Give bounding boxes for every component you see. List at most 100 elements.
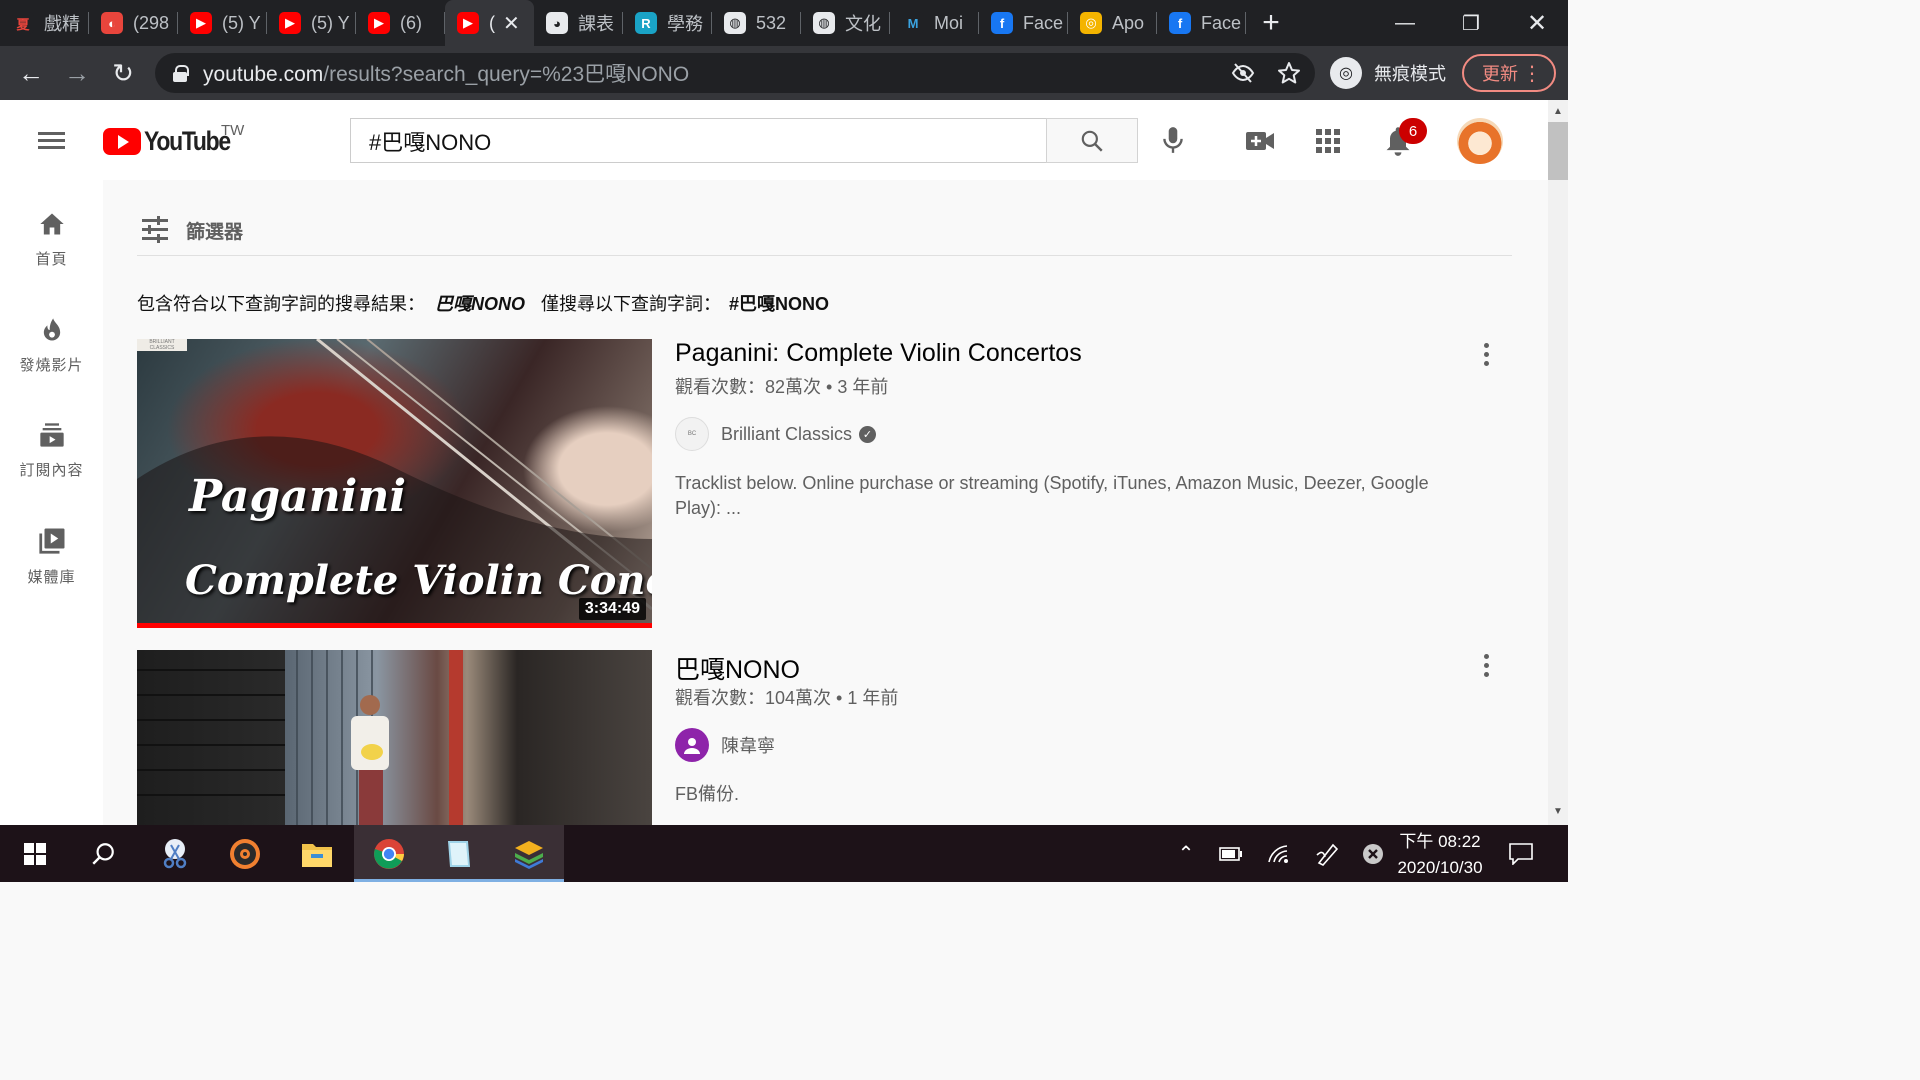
url-text[interactable]: youtube.com/results?search_query=%23巴嘎NO… bbox=[203, 58, 689, 88]
scroll-up-arrow-icon[interactable]: ▲ bbox=[1553, 106, 1563, 117]
update-label: 更新 bbox=[1482, 64, 1518, 84]
tracking-blocked-eye-icon[interactable] bbox=[1231, 61, 1255, 91]
filter-button[interactable]: 篩選器 bbox=[140, 216, 243, 244]
logo-wordmark: YouTube bbox=[144, 126, 231, 156]
search-results-page: 篩選器 包含符合以下查詢字詞的搜尋結果： 巴嘎NONO 僅搜尋以下查詢字詞： #巴嘎N… bbox=[103, 180, 1548, 825]
channel-name[interactable]: Brilliant Classics bbox=[721, 424, 852, 445]
browser-tab[interactable]: ◐ (298 bbox=[89, 0, 178, 46]
video-thumbnail[interactable]: BRILLIANT CLASSICS Paganini Complete Vio… bbox=[137, 339, 652, 628]
sidebar-item-library[interactable]: 媒體庫 bbox=[0, 526, 103, 610]
tab-favicon-icon: ◐ bbox=[101, 12, 123, 34]
battery-icon[interactable] bbox=[1216, 825, 1246, 882]
restore-button[interactable]: ❐ bbox=[1438, 0, 1504, 46]
spelling-correction-notice: 包含符合以下查詢字詞的搜尋結果： 巴嘎NONO 僅搜尋以下查詢字詞： #巴嘎NONO bbox=[137, 290, 829, 316]
close-window-button[interactable]: ✕ bbox=[1504, 0, 1570, 46]
video-description: FB備份. bbox=[675, 784, 740, 804]
channel-link[interactable]: BC Brilliant Classics ✓ bbox=[675, 417, 877, 451]
video-result[interactable]: BRILLIANT CLASSICS Paganini Complete Vio… bbox=[137, 339, 1517, 629]
video-camera-add-icon bbox=[1246, 132, 1274, 150]
bookmark-star-icon[interactable] bbox=[1277, 61, 1301, 91]
video-title[interactable]: Paganini: Complete Violin Concertos bbox=[675, 339, 1082, 368]
taskbar-app-media[interactable] bbox=[210, 825, 280, 882]
taskbar-app-chrome[interactable] bbox=[354, 825, 424, 882]
taskbar-app-snipping[interactable] bbox=[140, 825, 210, 882]
scrollbar-thumb[interactable] bbox=[1548, 122, 1568, 180]
browser-tab[interactable]: ▶ (5) Y bbox=[267, 0, 356, 46]
status-error-icon[interactable] bbox=[1358, 825, 1388, 882]
taskbar-search-button[interactable] bbox=[68, 825, 138, 882]
new-tab-button[interactable]: + bbox=[1246, 0, 1296, 46]
youtube-play-icon bbox=[103, 128, 141, 155]
tab-title: Apo bbox=[1112, 12, 1145, 33]
original-query-prefix: 僅搜尋以下查詢字詞： bbox=[541, 294, 721, 314]
browser-tab[interactable]: ◎ Apo bbox=[1068, 0, 1157, 46]
browser-tab[interactable]: ▶ (6) bbox=[356, 0, 445, 46]
show-hidden-icons-button[interactable]: ⌃ bbox=[1172, 825, 1200, 882]
browser-tab[interactable]: f Face bbox=[1157, 0, 1246, 46]
back-button[interactable]: ← bbox=[14, 56, 48, 90]
browser-tab[interactable]: M Moi bbox=[890, 0, 979, 46]
browser-tab[interactable]: ◍ 文化 bbox=[801, 0, 890, 46]
channel-link[interactable]: 陳韋寧 bbox=[675, 728, 775, 762]
address-bar[interactable]: youtube.com/results?search_query=%23巴嘎NO… bbox=[155, 53, 1315, 93]
youtube-logo[interactable]: YouTube TW bbox=[103, 122, 245, 157]
taskbar-app-notes[interactable] bbox=[424, 825, 494, 882]
search-button[interactable] bbox=[1046, 118, 1138, 163]
browser-tab[interactable]: ◍ 532 bbox=[712, 0, 801, 46]
video-thumbnail[interactable] bbox=[137, 650, 652, 825]
browser-tab[interactable]: 夏戲精 bbox=[0, 0, 89, 46]
create-video-button[interactable] bbox=[1243, 126, 1277, 156]
system-clock[interactable]: 下午 08:22 2020/10/30 bbox=[1388, 829, 1492, 881]
tab-title: 學務 bbox=[667, 14, 703, 34]
action-center-button[interactable] bbox=[1505, 825, 1537, 882]
thumbnail-title-line2: Complete Violin Concertos bbox=[185, 557, 652, 604]
browser-tab-active[interactable]: ▶ (✕ bbox=[445, 0, 534, 46]
corrected-query-link[interactable]: 巴嘎NONO bbox=[435, 294, 525, 314]
apps-button[interactable] bbox=[1314, 127, 1342, 155]
update-button[interactable]: 更新 ⋮ bbox=[1462, 54, 1556, 92]
wifi-icon[interactable] bbox=[1264, 825, 1294, 882]
sidebar-item-home[interactable]: 首頁 bbox=[0, 210, 103, 294]
tab-close-icon[interactable]: ✕ bbox=[503, 11, 520, 36]
pen-ink-icon[interactable] bbox=[1312, 825, 1344, 882]
channel-avatar[interactable] bbox=[675, 728, 709, 762]
video-metadata: 觀看次數：104萬次 • 1 年前 bbox=[675, 688, 899, 708]
voice-search-button[interactable] bbox=[1158, 124, 1188, 156]
video-description: Tracklist below. Online purchase or stre… bbox=[675, 473, 1429, 518]
scroll-down-arrow-icon[interactable]: ▼ bbox=[1553, 806, 1563, 817]
search-input[interactable] bbox=[350, 118, 1047, 163]
channel-watermark: BRILLIANT CLASSICS bbox=[137, 339, 187, 351]
sidebar-item-trending[interactable]: 發燒影片 bbox=[0, 316, 103, 400]
menu-icon[interactable] bbox=[38, 132, 65, 150]
original-query-link[interactable]: #巴嘎NONO bbox=[729, 294, 829, 314]
taskbar-app-bluestacks[interactable] bbox=[494, 825, 564, 882]
youtube-header: YouTube TW 6 bbox=[0, 100, 1548, 180]
sidebar-item-subscriptions[interactable]: 訂閱內容 bbox=[0, 421, 103, 505]
media-player-icon bbox=[230, 838, 260, 869]
channel-name[interactable]: 陳韋寧 bbox=[721, 732, 775, 758]
video-title[interactable]: 巴嘎NONO bbox=[675, 650, 800, 686]
incognito-indicator[interactable]: ◎ 無痕模式 bbox=[1330, 55, 1446, 91]
sidebar-item-label: 媒體庫 bbox=[27, 569, 76, 586]
taskbar-app-file-explorer[interactable] bbox=[282, 825, 352, 882]
home-icon bbox=[39, 213, 64, 235]
account-avatar[interactable] bbox=[1457, 118, 1503, 164]
browser-tab[interactable]: ◕ 課表 bbox=[534, 0, 623, 46]
video-menu-button[interactable] bbox=[1475, 339, 1497, 369]
reload-button[interactable]: ↻ bbox=[106, 56, 140, 90]
page-scrollbar[interactable]: ▲ ▼ bbox=[1548, 100, 1568, 825]
video-result[interactable]: 巴嘎NONO 觀看次數：104萬次 • 1 年前 陳韋寧 FB備份. bbox=[137, 650, 1517, 825]
browser-tab[interactable]: R 學務 bbox=[623, 0, 712, 46]
minimize-button[interactable]: — bbox=[1372, 0, 1438, 46]
channel-avatar[interactable]: BC bbox=[675, 417, 709, 451]
browser-tab[interactable]: ▶ (5) Y bbox=[178, 0, 267, 46]
browser-tab[interactable]: f Face bbox=[979, 0, 1068, 46]
street-scene-art bbox=[137, 650, 463, 825]
tab-list: 夏戲精 ◐ (298 ▶ (5) Y ▶ (5) Y ▶ (6) ▶ (✕ ◕ 課表 R 學務 ◍ 532 ◍ 文化… bbox=[0, 0, 1246, 46]
start-button[interactable] bbox=[0, 825, 70, 882]
tab-favicon-icon: f bbox=[991, 12, 1013, 34]
filter-sliders-icon bbox=[142, 216, 168, 243]
apps-grid-icon bbox=[1316, 129, 1340, 153]
video-menu-button[interactable] bbox=[1475, 650, 1497, 680]
forward-button[interactable]: → bbox=[60, 56, 94, 90]
